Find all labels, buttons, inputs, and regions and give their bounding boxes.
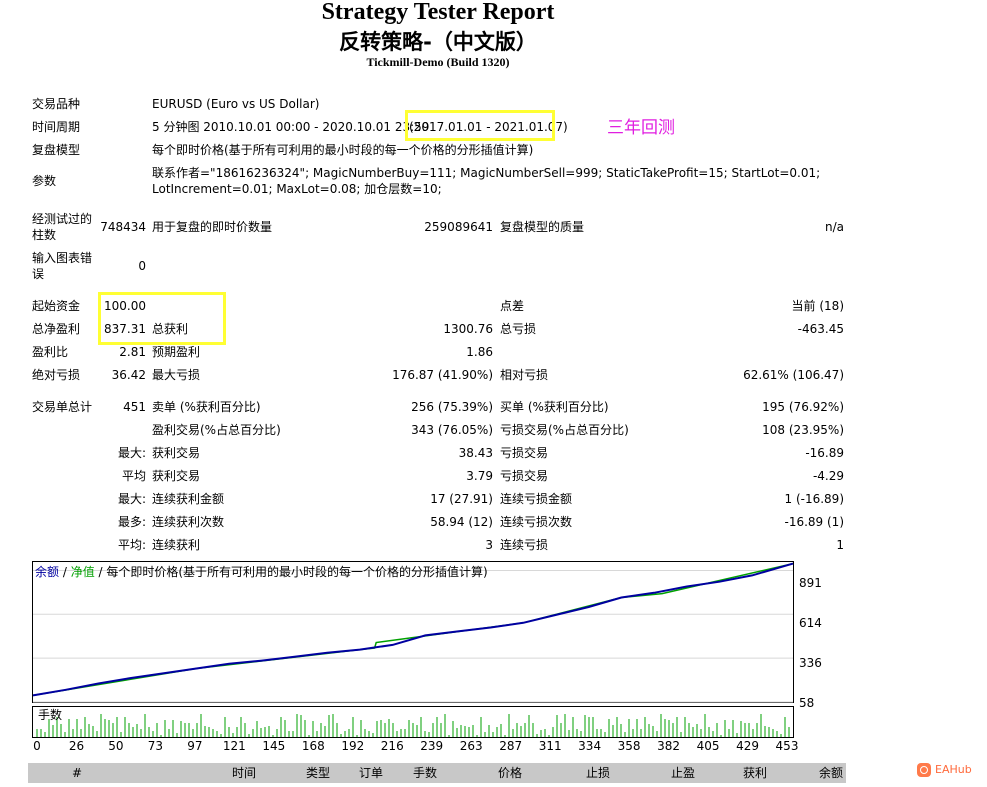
x-tick-label: 192 <box>341 739 365 753</box>
chart-legend: 余额 / 净值 / 每个即时价格(基于所有可利用的最小时段的每一个价格的分形插值… <box>35 565 488 580</box>
x-tick-label: 334 <box>578 739 602 753</box>
x-tick-label: 168 <box>301 739 325 753</box>
x-tick-label: 145 <box>262 739 286 753</box>
table-header-cell: 余额 <box>818 766 843 780</box>
table-header-cell: 获利 <box>742 766 767 780</box>
table-header-cell: 止损 <box>585 766 610 780</box>
table-header-cell: 价格 <box>497 766 522 780</box>
x-tick-label: 311 <box>538 739 562 753</box>
x-tick-label: 97 <box>187 739 203 753</box>
table-header-cell: 时间 <box>231 766 256 780</box>
x-tick-label: 263 <box>459 739 483 753</box>
y-tick-label: 336 <box>799 656 822 670</box>
table-header-cell: 手数 <box>412 766 437 780</box>
x-tick-label: 405 <box>696 739 720 753</box>
chart-canvas <box>32 562 794 737</box>
eahub-logo-icon <box>917 763 931 777</box>
legend-separator: / <box>59 565 71 579</box>
x-tick-label: 0 <box>33 739 41 753</box>
x-tick-label: 453 <box>775 739 799 753</box>
legend-equity: 净值 <box>70 565 95 579</box>
x-tick-label: 50 <box>108 739 124 753</box>
table-header-cell: # <box>71 766 82 780</box>
legend-balance: 余额 <box>35 565 60 579</box>
series-line-balance <box>32 562 794 697</box>
x-tick-label: 26 <box>68 739 85 753</box>
table-header-cell: 止盈 <box>670 766 695 780</box>
eahub-watermark: EAHub <box>917 763 972 777</box>
y-tick-label: 58 <box>799 696 815 710</box>
x-tick-label: 216 <box>380 739 404 753</box>
x-tick-label: 287 <box>499 739 523 753</box>
x-tick-label: 121 <box>222 739 246 753</box>
volume-chart <box>32 706 794 738</box>
eahub-text: EAHub <box>935 763 972 776</box>
legend-separator: / <box>94 565 107 579</box>
x-tick-label: 429 <box>736 739 759 753</box>
legend-model: 每个即时价格(基于所有可利用的最小时段的每一个价格的分形插值计算) <box>106 565 488 579</box>
x-tick-label: 382 <box>657 739 681 753</box>
x-tick-label: 73 <box>147 739 164 753</box>
x-tick-label: 358 <box>617 739 641 753</box>
volume-label: 手数 <box>38 708 63 722</box>
x-tick-label: 239 <box>420 739 444 753</box>
y-tick-label: 891 <box>799 576 822 590</box>
y-tick-label: 614 <box>799 616 822 630</box>
